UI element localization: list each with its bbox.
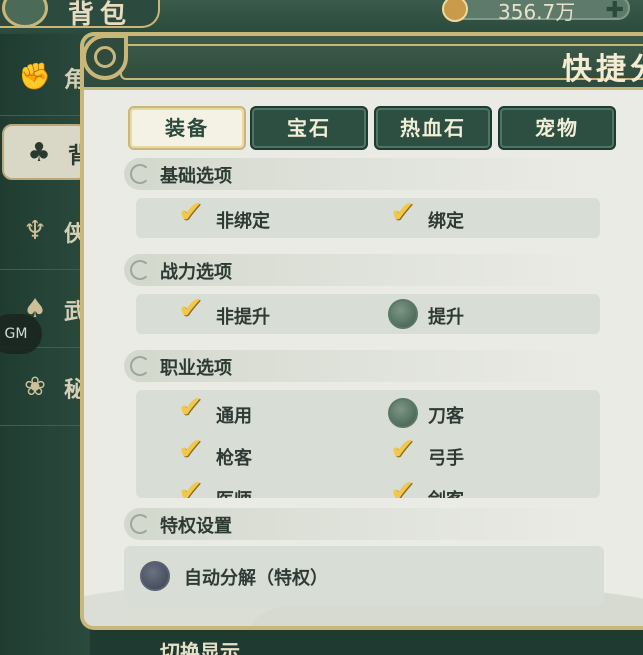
swirl-icon — [130, 260, 150, 280]
section-title: 职业选项 — [160, 358, 232, 379]
section-class-header: 职业选项 — [124, 350, 584, 382]
tab-blood-stone[interactable]: 热血石 — [374, 106, 492, 150]
unchecked-circle-icon — [388, 398, 418, 428]
checkmark-icon: ✔ — [178, 294, 204, 326]
sidebar-item-secret[interactable]: ❀ 秘 — [0, 350, 90, 426]
tab-pets[interactable]: 宠物 — [498, 106, 616, 150]
bag-title: 背包 — [68, 0, 133, 30]
basic-options: ✔ 非绑定 ✔ 绑定 — [136, 198, 600, 238]
bag-title-plate: 背包 — [0, 0, 160, 30]
swirl-icon — [130, 514, 150, 534]
section-title: 战力选项 — [160, 262, 232, 283]
checkmark-icon: ✔ — [178, 474, 204, 498]
bag-icon: ♣ — [27, 138, 51, 168]
add-currency-icon[interactable]: ✚ — [606, 0, 624, 23]
option-label: 通用 — [216, 406, 252, 427]
section-power-header: 战力选项 — [124, 254, 584, 286]
tab-gems[interactable]: 宝石 — [250, 106, 368, 150]
option-label: 非提升 — [216, 307, 270, 328]
option-general[interactable]: ✔ 通用 — [176, 390, 376, 432]
section-title: 特权设置 — [160, 516, 232, 537]
tab-equipment[interactable]: 装备 — [128, 106, 246, 150]
coin-icon — [442, 0, 468, 22]
option-label: 刀客 — [428, 406, 464, 427]
fan-icon: ♆ — [23, 216, 47, 246]
option-bound[interactable]: ✔ 绑定 — [388, 198, 588, 237]
currency-display: 356.7万 ✚ — [442, 0, 630, 24]
option-unbound[interactable]: ✔ 非绑定 — [176, 198, 376, 237]
power-options: ✔ 非提升 提升 — [136, 294, 600, 334]
class-options: ✔ 通用 刀客 ✔ 枪客 ✔ 弓手 ✔ 医师 ✔ 剑客 — [136, 390, 600, 498]
privilege-options: 自动分解（特权） — [124, 546, 604, 606]
sidebar-item-role[interactable]: ✊ 角 — [0, 40, 90, 116]
option-label: 枪客 — [216, 448, 252, 469]
option-healer[interactable]: ✔ 医师 — [176, 474, 376, 498]
option-upgrade[interactable]: 提升 — [388, 297, 588, 333]
currency-amount: 356.7万 — [498, 0, 576, 24]
checkmark-icon: ✔ — [390, 432, 416, 467]
fist-icon: ✊ — [18, 62, 52, 92]
section-title: 基础选项 — [160, 166, 232, 187]
checkmark-icon: ✔ — [390, 474, 416, 498]
option-label: 剑客 — [428, 486, 464, 498]
swirl-icon — [130, 164, 150, 184]
option-blademan[interactable]: 刀客 — [388, 396, 588, 432]
sidebar-item-bag[interactable]: ♣ 背 — [2, 124, 90, 180]
corner-ornament-icon — [84, 36, 128, 80]
option-label: 绑定 — [428, 211, 464, 232]
dialog-title: 快捷分解 — [562, 52, 643, 87]
dialog-header: 快捷分解 — [84, 36, 643, 90]
option-spearman[interactable]: ✔ 枪客 — [176, 432, 376, 474]
option-label: 弓手 — [428, 448, 464, 469]
checkmark-icon: ✔ — [390, 198, 416, 230]
lotus-icon: ❀ — [24, 372, 46, 402]
gm-button[interactable]: GM — [0, 314, 42, 354]
checkmark-icon: ✔ — [178, 198, 204, 230]
option-label: 非绑定 — [216, 211, 270, 232]
option-label: 医师 — [216, 486, 252, 498]
toggle-display-button[interactable]: 切换显示 — [160, 636, 240, 655]
option-archer[interactable]: ✔ 弓手 — [388, 432, 588, 474]
swirl-icon — [130, 356, 150, 376]
auto-decompose-label: 自动分解（特权） — [184, 568, 328, 589]
option-label: 提升 — [428, 307, 464, 328]
sidebar-item-companion[interactable]: ♆ 侠 — [0, 194, 90, 270]
section-privilege-header: 特权设置 — [124, 508, 584, 540]
unchecked-circle-icon — [388, 299, 418, 329]
option-non-upgrade[interactable]: ✔ 非提升 — [176, 294, 376, 333]
checkmark-icon: ✔ — [178, 432, 204, 467]
option-swordsman[interactable]: ✔ 剑客 — [388, 474, 588, 498]
quick-decompose-dialog: 快捷分解 装备 宝石 热血石 宠物 基础选项 ✔ 非绑定 ✔ 绑定 战力选项 ✔… — [80, 32, 643, 630]
section-basic-header: 基础选项 — [124, 158, 584, 190]
checkmark-icon: ✔ — [178, 390, 204, 425]
auto-decompose-toggle[interactable] — [140, 561, 170, 591]
back-icon[interactable] — [2, 0, 48, 28]
